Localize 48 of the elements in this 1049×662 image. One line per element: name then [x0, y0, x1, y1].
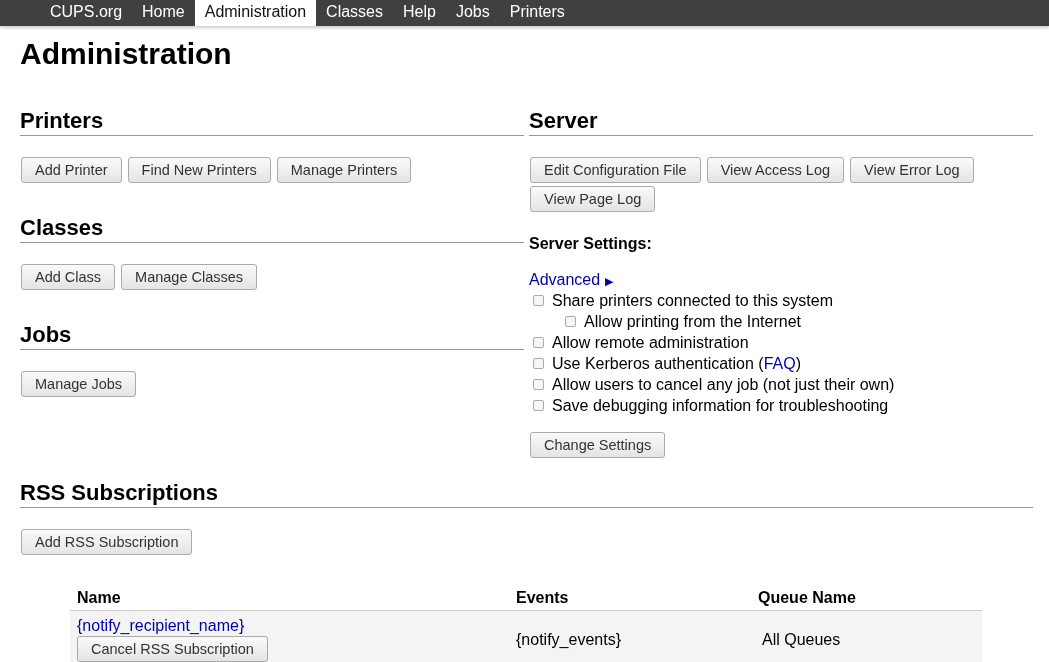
button[interactable]: View Access Log: [706, 157, 845, 183]
nav-tab[interactable]: Jobs: [445, 0, 500, 26]
button[interactable]: Find New Printers: [127, 157, 271, 183]
button[interactable]: View Page Log: [530, 186, 656, 212]
table-cell: {notify_events}: [509, 610, 751, 662]
checkbox[interactable]: [533, 295, 544, 306]
column-header: Queue Name: [751, 585, 982, 611]
checkbox[interactable]: [533, 337, 544, 348]
change-settings-button[interactable]: Change Settings: [530, 432, 666, 458]
table-cell: All Queues: [751, 610, 982, 662]
page-title: Administration: [20, 36, 233, 72]
checkbox[interactable]: [533, 358, 544, 369]
column-header: Events: [509, 585, 751, 611]
nav-tab[interactable]: Help: [393, 0, 446, 26]
option-label: Allow printing from the Internet: [584, 312, 801, 332]
section-heading: Jobs: [20, 322, 524, 350]
button[interactable]: Manage Classes: [121, 264, 258, 290]
cancel-button[interactable]: Cancel RSS Subscription: [77, 636, 268, 662]
button[interactable]: Add Class: [21, 264, 116, 290]
nav-tab[interactable]: Printers: [499, 0, 575, 26]
button[interactable]: Add Printer: [21, 157, 122, 183]
faq-link[interactable]: FAQ: [763, 355, 796, 372]
option-label: Allow remote administration: [552, 333, 749, 353]
settings-heading: Server Settings:: [529, 234, 653, 254]
nav-tab[interactable]: Administration: [194, 0, 317, 26]
section-heading: Printers: [20, 108, 524, 136]
section-heading: Classes: [20, 215, 524, 243]
section-heading: RSS Subscriptions: [20, 480, 1033, 508]
section-heading: Server: [529, 108, 1033, 136]
advanced-link[interactable]: Advanced: [529, 270, 601, 290]
nav-tab[interactable]: Classes: [316, 0, 393, 26]
checkbox[interactable]: [533, 379, 544, 390]
option-label: Use Kerberos authentication (FAQ): [552, 354, 801, 374]
option-label: Save debugging information for troubleshooting: [552, 396, 889, 416]
add-subscription-button[interactable]: Add RSS Subscription: [21, 529, 193, 555]
expand-arrow[interactable]: ▶: [604, 275, 613, 287]
button[interactable]: Manage Printers: [276, 157, 412, 183]
column-header: Name: [70, 585, 509, 611]
recipient-link[interactable]: {notify_recipient_name}: [77, 617, 245, 635]
site-link[interactable]: CUPS.org: [40, 0, 133, 26]
button[interactable]: Edit Configuration File: [530, 157, 701, 183]
option-label: Allow users to cancel any job (not just their own): [552, 375, 895, 395]
checkbox[interactable]: [565, 316, 576, 327]
checkbox[interactable]: [533, 400, 544, 411]
nav-tab[interactable]: Home: [132, 0, 195, 26]
button[interactable]: Manage Jobs: [21, 371, 137, 397]
option-label: Share printers connected to this system: [552, 291, 834, 311]
button[interactable]: View Error Log: [850, 157, 974, 183]
